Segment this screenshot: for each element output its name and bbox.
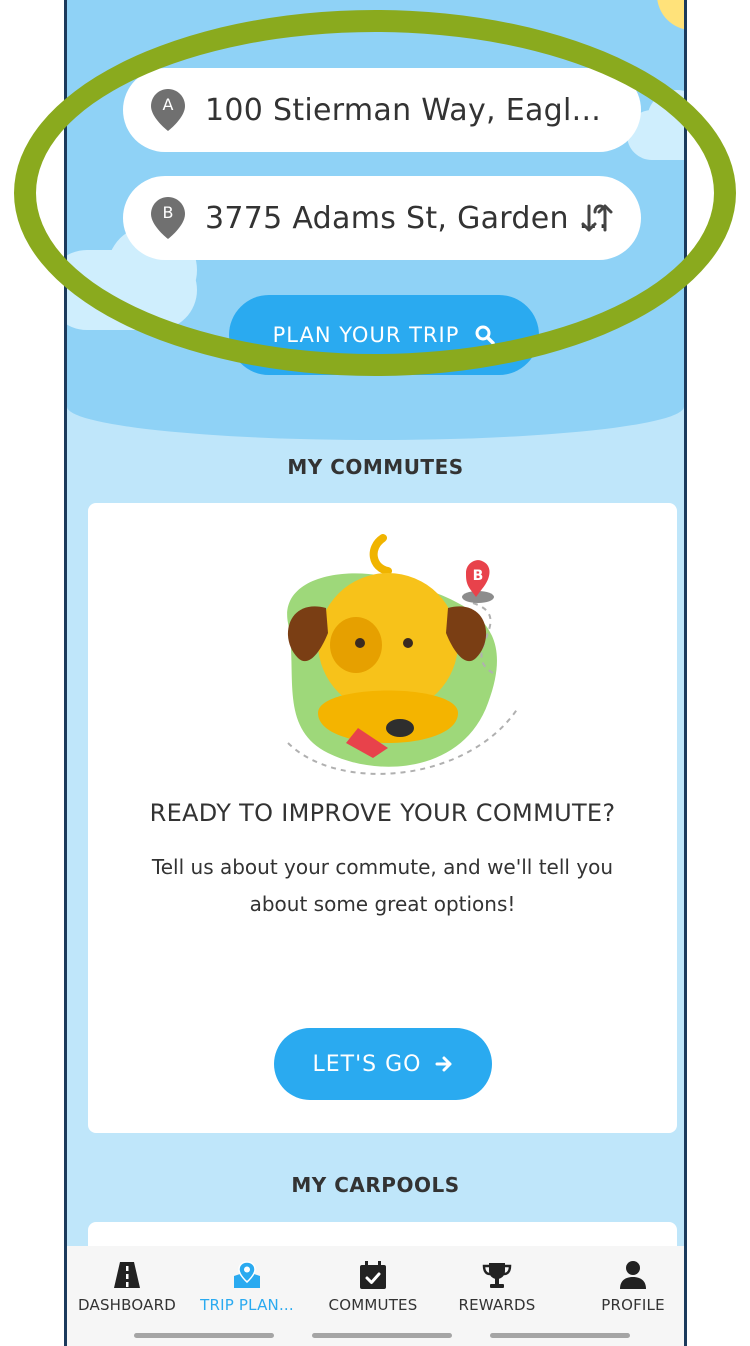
origin-pin-label: A (163, 95, 174, 114)
sun-decoration (657, 0, 684, 30)
tab-rewards[interactable]: REWARDS (437, 1260, 557, 1330)
plan-trip-button-label: PLAN YOUR TRIP (272, 323, 460, 347)
calendar-check-icon (360, 1261, 386, 1289)
pin-b-icon: B (151, 197, 185, 239)
my-carpools-title: MY CARPOOLS (291, 1173, 460, 1197)
app-screen: A 100 Stierman Way, Eagl... B 3775 Adams… (67, 0, 684, 1346)
search-icon (475, 325, 496, 345)
pin-a-icon: A (151, 89, 185, 131)
tab-commutes-label: COMMUTES (328, 1296, 418, 1314)
commute-card: B READY TO IMPROVE YOUR COMMUTE? Tell us… (88, 503, 677, 1133)
tab-dashboard[interactable]: DASHBOARD (67, 1260, 187, 1330)
road-icon (114, 1262, 140, 1288)
scroll-indicator (312, 1333, 452, 1338)
arrow-right-icon (435, 1056, 452, 1072)
person-icon (620, 1261, 646, 1289)
frame-border-right (684, 0, 687, 1346)
tab-trip-planner-label: TRIP PLAN... (200, 1296, 294, 1314)
tab-profile-label: PROFILE (601, 1296, 665, 1314)
lets-go-button-label: LET'S GO (312, 1051, 422, 1077)
dog-illustration: B (287, 534, 518, 775)
frame-right-margin (686, 0, 750, 1346)
origin-input[interactable]: A 100 Stierman Way, Eagl... (123, 68, 641, 152)
commute-card-heading: READY TO IMPROVE YOUR COMMUTE? (149, 799, 616, 827)
tab-profile[interactable]: PROFILE (573, 1260, 684, 1330)
plan-trip-button[interactable]: PLAN YOUR TRIP (229, 295, 539, 375)
frame-border-left (64, 0, 67, 1346)
tab-dashboard-label: DASHBOARD (78, 1296, 176, 1314)
origin-input-value: 100 Stierman Way, Eagl... (205, 92, 602, 128)
map-pin-icon (234, 1261, 260, 1288)
scroll-indicator (134, 1333, 274, 1338)
sky-header: A 100 Stierman Way, Eagl... B 3775 Adams… (67, 0, 684, 440)
tab-commutes[interactable]: COMMUTES (313, 1260, 433, 1330)
frame-left-margin (0, 0, 66, 1346)
tab-trip-planner[interactable]: TRIP PLAN... (187, 1260, 307, 1330)
tab-rewards-label: REWARDS (458, 1296, 536, 1314)
commute-card-description: Tell us about your commute, and we'll te… (151, 855, 614, 916)
illustration-pin-label: B (473, 568, 484, 584)
my-commutes-title: MY COMMUTES (287, 455, 464, 479)
scroll-indicator (490, 1333, 630, 1338)
destination-input-value: 3775 Adams St, Garden ... (205, 200, 609, 236)
bottom-tab-bar: DASHBOARD TRIP PLAN... COMMUTES REWARDS … (67, 1246, 684, 1346)
trophy-icon (482, 1263, 512, 1288)
destination-pin-label: B (163, 203, 174, 222)
lets-go-button[interactable]: LET'S GO (274, 1028, 492, 1100)
swap-arrows-icon[interactable] (579, 198, 619, 238)
destination-input[interactable]: B 3775 Adams St, Garden ... (123, 176, 641, 260)
